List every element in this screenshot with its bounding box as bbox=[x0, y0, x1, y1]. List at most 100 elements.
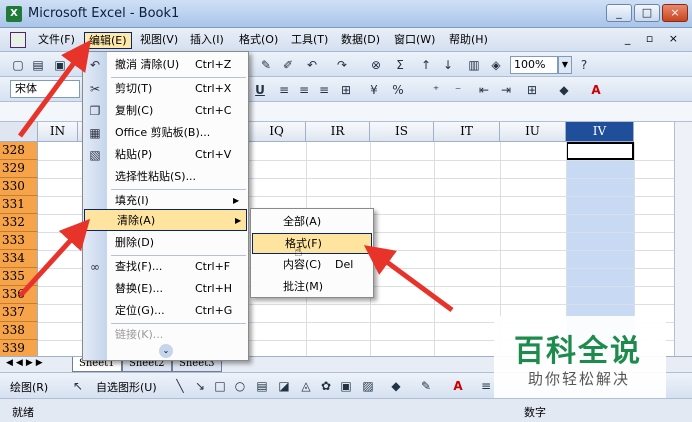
row-header[interactable]: 336 bbox=[0, 286, 38, 304]
menu-item-replace[interactable]: 替换(E)... Ctrl+H bbox=[83, 278, 248, 300]
menu-file[interactable]: 文件(F) bbox=[34, 32, 79, 49]
autoshape-button[interactable]: 自选图形(U) bbox=[96, 379, 157, 395]
zoom-select[interactable]: 100% bbox=[510, 56, 558, 74]
expand-menu-chevron-icon[interactable]: ⌄ bbox=[159, 344, 173, 358]
select-pointer-icon[interactable]: ↖ bbox=[70, 378, 86, 394]
close-button[interactable]: × bbox=[662, 4, 688, 22]
row-header[interactable]: 331 bbox=[0, 196, 38, 214]
submenu-item-comments[interactable]: 批注(M) bbox=[251, 277, 373, 298]
menu-item-cut[interactable]: ✂ 剪切(T) Ctrl+X bbox=[83, 78, 248, 100]
submenu-item-contents[interactable]: 内容(C) Del bbox=[251, 255, 373, 276]
hyperlink-icon[interactable]: ⊗ bbox=[368, 57, 384, 73]
menu-item-paste[interactable]: ▧ 粘贴(P) Ctrl+V bbox=[83, 144, 248, 166]
column-header[interactable]: IR bbox=[306, 122, 370, 142]
row-header[interactable]: 330 bbox=[0, 178, 38, 196]
brush-icon[interactable]: ✐ bbox=[280, 57, 296, 73]
row-header[interactable]: 334 bbox=[0, 250, 38, 268]
row-header[interactable]: 335 bbox=[0, 268, 38, 286]
font-color-icon[interactable]: A bbox=[450, 378, 466, 394]
new-file-icon[interactable]: ▢ bbox=[10, 57, 26, 73]
chart-wizard-icon[interactable]: ▥ bbox=[466, 57, 482, 73]
paint-format-icon[interactable]: ✎ bbox=[258, 57, 274, 73]
diagram-icon[interactable]: ◬ bbox=[298, 378, 314, 394]
merge-center-icon[interactable]: ⊞ bbox=[338, 82, 354, 98]
menu-help[interactable]: 帮助(H) bbox=[445, 32, 492, 49]
textbox-icon[interactable]: ▤ bbox=[254, 378, 270, 394]
sheet-nav-arrows-icon[interactable]: ◀◀▶▶ bbox=[6, 358, 46, 368]
underline-icon[interactable]: U bbox=[252, 82, 268, 98]
rectangle-icon[interactable]: □ bbox=[212, 378, 228, 394]
submenu-item-formats[interactable]: 格式(F) bbox=[252, 233, 372, 254]
align-right-icon[interactable]: ≡ bbox=[316, 82, 332, 98]
column-header[interactable]: IT bbox=[434, 122, 500, 142]
menu-edit[interactable]: 编辑(E) bbox=[84, 32, 132, 49]
increase-indent-icon[interactable]: ⇥ bbox=[498, 82, 514, 98]
row-header[interactable]: 333 bbox=[0, 232, 38, 250]
line-icon[interactable]: ╲ bbox=[172, 378, 188, 394]
workbook-icon[interactable] bbox=[10, 32, 26, 48]
row-header[interactable]: 339 bbox=[0, 340, 38, 356]
borders-icon[interactable]: ⊞ bbox=[524, 82, 540, 98]
fill-color-icon[interactable]: ◆ bbox=[388, 378, 404, 394]
sort-descending-icon[interactable]: ↓ bbox=[440, 57, 456, 73]
menu-item-paste-special[interactable]: 选择性粘贴(S)... bbox=[83, 166, 248, 188]
align-center-icon[interactable]: ≡ bbox=[296, 82, 312, 98]
menu-view[interactable]: 视图(V) bbox=[136, 32, 182, 49]
decrease-indent-icon[interactable]: ⇤ bbox=[476, 82, 492, 98]
wordart-icon[interactable]: ◪ bbox=[276, 378, 292, 394]
restore-button[interactable]: □ bbox=[634, 4, 660, 22]
oval-icon[interactable]: ○ bbox=[232, 378, 248, 394]
align-left-icon[interactable]: ≡ bbox=[276, 82, 292, 98]
percent-icon[interactable]: % bbox=[390, 82, 406, 98]
increase-decimal-icon[interactable]: ⁺ bbox=[428, 82, 444, 98]
help-icon[interactable]: ? bbox=[576, 57, 592, 73]
menu-insert[interactable]: 插入(I) bbox=[186, 32, 228, 49]
active-cell[interactable] bbox=[566, 142, 634, 160]
menu-item-delete[interactable]: 删除(D) bbox=[83, 232, 248, 254]
fill-color-icon[interactable]: ◆ bbox=[556, 82, 572, 98]
menu-format[interactable]: 格式(O) bbox=[235, 32, 282, 49]
undo-icon[interactable]: ↶ bbox=[304, 57, 320, 73]
menu-tools[interactable]: 工具(T) bbox=[287, 32, 332, 49]
minimize-button[interactable]: _ bbox=[606, 4, 632, 22]
arrow-icon[interactable]: ↘ bbox=[192, 378, 208, 394]
vertical-scrollbar[interactable] bbox=[674, 122, 692, 356]
draw-menu-button[interactable]: 绘图(R) bbox=[10, 379, 48, 395]
menu-item-copy[interactable]: ❐ 复制(C) Ctrl+C bbox=[83, 100, 248, 122]
column-header[interactable]: IQ bbox=[248, 122, 306, 142]
column-header[interactable]: IU bbox=[500, 122, 566, 142]
column-header[interactable]: IN bbox=[38, 122, 78, 142]
menu-item-undo[interactable]: ↶ 撤消 清除(U) Ctrl+Z bbox=[83, 54, 248, 76]
document-window-controls[interactable]: _ ▫ × bbox=[625, 32, 684, 45]
clipart-icon[interactable]: ✿ bbox=[318, 378, 334, 394]
currency-icon[interactable]: ¥ bbox=[366, 82, 382, 98]
column-header[interactable]: IS bbox=[370, 122, 434, 142]
menu-item-office-clipboard[interactable]: ▦ Office 剪贴板(B)... bbox=[83, 122, 248, 144]
line-style-icon[interactable]: ≡ bbox=[478, 378, 494, 394]
row-header[interactable]: 329 bbox=[0, 160, 38, 178]
save-icon[interactable]: ▣ bbox=[52, 57, 68, 73]
redo-icon[interactable]: ↷ bbox=[334, 57, 350, 73]
menu-item-goto[interactable]: 定位(G)... Ctrl+G bbox=[83, 300, 248, 322]
picture-icon[interactable]: ▣ bbox=[338, 378, 354, 394]
sort-ascending-icon[interactable]: ↑ bbox=[418, 57, 434, 73]
drawing-icon[interactable]: ◈ bbox=[488, 57, 504, 73]
select-all-corner[interactable] bbox=[0, 122, 38, 142]
column-header-selected[interactable]: IV bbox=[566, 122, 634, 142]
chevron-down-icon[interactable]: ▼ bbox=[558, 56, 572, 74]
autosum-icon[interactable]: Σ bbox=[392, 57, 408, 73]
row-header[interactable]: 338 bbox=[0, 322, 38, 340]
menu-item-clear[interactable]: 清除(A) ▶ bbox=[84, 209, 247, 231]
open-folder-icon[interactable]: ▤ bbox=[30, 57, 46, 73]
insert-picture-icon[interactable]: ▨ bbox=[360, 378, 376, 394]
line-color-icon[interactable]: ✎ bbox=[418, 378, 434, 394]
menu-item-find[interactable]: ∞ 查找(F)... Ctrl+F bbox=[83, 256, 248, 278]
submenu-item-all[interactable]: 全部(A) bbox=[251, 212, 373, 233]
menu-data[interactable]: 数据(D) bbox=[337, 32, 384, 49]
decrease-decimal-icon[interactable]: ⁻ bbox=[450, 82, 466, 98]
font-color-icon[interactable]: A bbox=[588, 82, 604, 98]
row-header[interactable]: 328 bbox=[0, 142, 38, 160]
row-header[interactable]: 332 bbox=[0, 214, 38, 232]
font-name-select[interactable]: 宋体 bbox=[10, 80, 80, 98]
menu-window[interactable]: 窗口(W) bbox=[390, 32, 439, 49]
